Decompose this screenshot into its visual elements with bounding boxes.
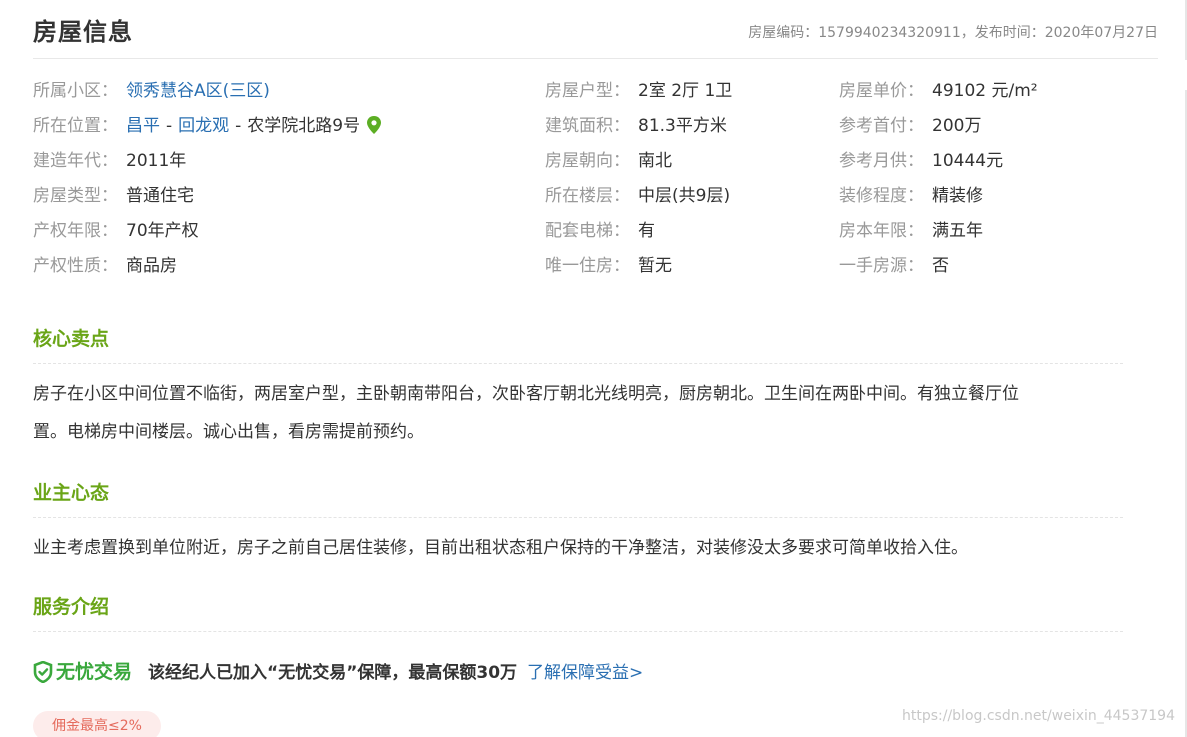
house-info-header: 房屋信息 房屋编码：1579940234320911，发布时间：2020年07月… bbox=[33, 12, 1158, 59]
down-payment-field: 参考首付： 200万 bbox=[839, 109, 981, 144]
publish-time-value: 2020年07月27日 bbox=[1044, 25, 1158, 41]
map-pin-icon[interactable] bbox=[366, 112, 382, 134]
community-field: 所属小区： 领秀慧谷A区(三区) bbox=[33, 74, 270, 109]
floor-field: 所在楼层： 中层(共9层) bbox=[545, 179, 730, 214]
meta-separator: ， bbox=[960, 25, 975, 41]
elevator-label: 配套电梯： bbox=[545, 221, 630, 241]
house-type-label: 房屋类型： bbox=[33, 186, 118, 206]
property-term-value: 70年产权 bbox=[126, 221, 199, 241]
service-description: 该经纪人已加入“无忧交易”保障，最高保额30万 bbox=[148, 663, 518, 683]
elevator-value: 有 bbox=[638, 221, 655, 241]
section-title-selling-points: 核心卖点 bbox=[33, 324, 1123, 364]
section-title-owner-mindset: 业主心态 bbox=[33, 478, 1123, 518]
area-size-value: 81.3平方米 bbox=[638, 116, 727, 136]
section-title-service: 服务介绍 bbox=[33, 592, 1123, 632]
address-value: 农学院北路9号 bbox=[247, 116, 361, 136]
location-label: 所在位置： bbox=[33, 116, 118, 136]
service-brand: 无忧交易 bbox=[56, 661, 133, 683]
only-house-value: 暂无 bbox=[638, 256, 672, 276]
area-size-label: 建筑面积： bbox=[545, 116, 630, 136]
unit-price-label: 房屋单价： bbox=[839, 81, 924, 101]
first-hand-field: 一手房源： 否 bbox=[839, 249, 949, 284]
house-info-grid: 所属小区： 领秀慧谷A区(三区) 房屋户型： 2室 2厅 1卫 房屋单价： 49102… bbox=[33, 74, 1158, 284]
house-code-value: 1579940234320911 bbox=[818, 25, 961, 41]
selling-points-line: 房子在小区中间位置不临街，两居室户型，主卧朝南带阳台，次卧客厅朝北光线明亮，厨房… bbox=[33, 384, 1019, 404]
service-guarantee-row: 无忧交易 该经纪人已加入“无忧交易”保障，最高保额30万 了解保障受益> bbox=[33, 656, 933, 688]
ownership-years-value: 满五年 bbox=[932, 221, 983, 241]
ownership-years-field: 房本年限： 满五年 bbox=[839, 214, 983, 249]
selling-points-text: 房子在小区中间位置不临街，两居室户型，主卧朝南带阳台，次卧客厅朝北光线明亮，厨房… bbox=[33, 375, 1063, 451]
commission-badge: 佣金最高≤2% bbox=[33, 711, 161, 737]
orientation-label: 房屋朝向： bbox=[545, 151, 630, 171]
unit-price-field: 房屋单价： 49102 元/m² bbox=[839, 74, 1038, 109]
info-row: 建造年代： 2011年 房屋朝向： 南北 参考月供： 10444元 bbox=[33, 144, 1158, 179]
community-link[interactable]: 领秀慧谷A区(三区) bbox=[126, 81, 270, 101]
monthly-payment-field: 参考月供： 10444元 bbox=[839, 144, 1003, 179]
info-row: 所在位置： 昌平 - 回龙观 - 农学院北路9号 建筑面积： 81.3平方米 参考首付： 20… bbox=[33, 109, 1158, 144]
publish-time-label: 发布时间： bbox=[974, 25, 1045, 41]
shield-check-icon bbox=[33, 660, 53, 684]
property-term-label: 产权年限： bbox=[33, 221, 118, 241]
orientation-value: 南北 bbox=[638, 151, 672, 171]
area-link[interactable]: 回龙观 bbox=[178, 116, 229, 136]
floor-label: 所在楼层： bbox=[545, 186, 630, 206]
build-year-value: 2011年 bbox=[126, 151, 187, 171]
elevator-field: 配套电梯： 有 bbox=[545, 214, 655, 249]
down-payment-label: 参考首付： bbox=[839, 116, 924, 136]
only-house-field: 唯一住房： 暂无 bbox=[545, 249, 672, 284]
layout-field: 房屋户型： 2室 2厅 1卫 bbox=[545, 74, 732, 109]
first-hand-value: 否 bbox=[932, 256, 949, 276]
layout-label: 房屋户型： bbox=[545, 81, 630, 101]
house-type-value: 普通住宅 bbox=[126, 186, 194, 206]
watermark: https://blog.csdn.net/weixin_44537194 bbox=[901, 708, 1175, 724]
unit-price-value: 49102 元/m² bbox=[932, 81, 1038, 101]
property-nature-label: 产权性质： bbox=[33, 256, 118, 276]
build-year-label: 建造年代： bbox=[33, 151, 118, 171]
learn-guarantee-link[interactable]: 了解保障受益> bbox=[527, 663, 643, 683]
info-row: 所属小区： 领秀慧谷A区(三区) 房屋户型： 2室 2厅 1卫 房屋单价： 49102… bbox=[33, 74, 1158, 109]
house-meta: 房屋编码：1579940234320911，发布时间：2020年07月27日 bbox=[748, 22, 1158, 42]
page-title: 房屋信息 bbox=[33, 18, 133, 46]
house-type-field: 房屋类型： 普通住宅 bbox=[33, 179, 194, 214]
first-hand-label: 一手房源： bbox=[839, 256, 924, 276]
district-link[interactable]: 昌平 bbox=[126, 116, 160, 136]
down-payment-value: 200万 bbox=[932, 116, 982, 136]
location-field: 所在位置： 昌平 - 回龙观 - 农学院北路9号 bbox=[33, 109, 382, 144]
decoration-value: 精装修 bbox=[932, 186, 983, 206]
monthly-payment-label: 参考月供： bbox=[839, 151, 924, 171]
info-row: 产权年限： 70年产权 配套电梯： 有 房本年限： 满五年 bbox=[33, 214, 1158, 249]
monthly-payment-value: 10444元 bbox=[932, 151, 1004, 171]
property-nature-value: 商品房 bbox=[126, 256, 177, 276]
area-size-field: 建筑面积： 81.3平方米 bbox=[545, 109, 727, 144]
layout-value: 2室 2厅 1卫 bbox=[638, 81, 733, 101]
info-row: 房屋类型： 普通住宅 所在楼层： 中层(共9层) 装修程度： 精装修 bbox=[33, 179, 1158, 214]
decoration-label: 装修程度： bbox=[839, 186, 924, 206]
ownership-years-label: 房本年限： bbox=[839, 221, 924, 241]
floor-value: 中层(共9层) bbox=[638, 186, 731, 206]
house-code-label: 房屋编码： bbox=[748, 25, 819, 41]
property-term-field: 产权年限： 70年产权 bbox=[33, 214, 199, 249]
location-dash: - bbox=[166, 116, 173, 136]
community-label: 所属小区： bbox=[33, 81, 118, 101]
orientation-field: 房屋朝向： 南北 bbox=[545, 144, 672, 179]
property-nature-field: 产权性质： 商品房 bbox=[33, 249, 177, 284]
build-year-field: 建造年代： 2011年 bbox=[33, 144, 186, 179]
info-row: 产权性质： 商品房 唯一住房： 暂无 一手房源： 否 bbox=[33, 249, 1158, 284]
only-house-label: 唯一住房： bbox=[545, 256, 630, 276]
location-dash: - bbox=[235, 116, 242, 136]
selling-points-line: 置。电梯房中间楼层。诚心出售，看房需提前预约。 bbox=[33, 422, 424, 442]
owner-mindset-text: 业主考虑置换到单位附近，房子之前自己居住装修，目前出租状态租户保持的干净整洁，对… bbox=[33, 538, 968, 558]
decoration-field: 装修程度： 精装修 bbox=[839, 179, 983, 214]
